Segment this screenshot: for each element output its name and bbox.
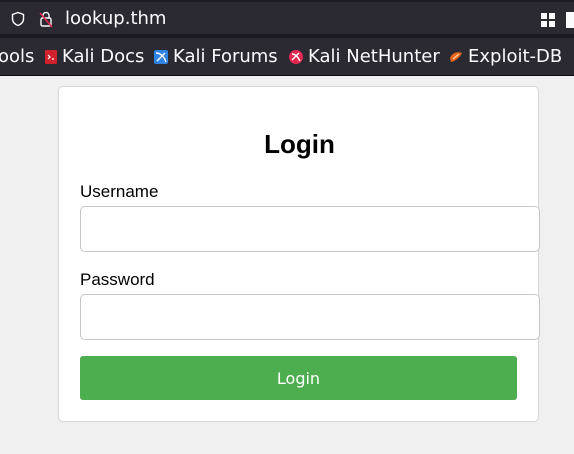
bookmark-label: ools (0, 46, 35, 67)
kali-nethunter-icon (289, 50, 303, 64)
password-input[interactable] (80, 294, 540, 340)
login-button[interactable]: Login (80, 356, 517, 400)
bookmark-label: Kali Docs (62, 46, 145, 67)
kali-docs-icon (45, 50, 57, 64)
bookmark-kali-nethunter[interactable]: Kali NetHunter (288, 44, 440, 70)
browser-toolbar: lookup.thm (0, 0, 574, 38)
bookmark-exploit-db[interactable]: Exploit-DB (448, 44, 568, 70)
login-card: Login Username Password Login (58, 86, 540, 422)
bookmark-label: Kali Forums (173, 46, 278, 67)
lock-strikethrough-icon[interactable] (38, 10, 54, 28)
password-label: Password (80, 270, 155, 289)
url-bar[interactable]: lookup.thm (0, 2, 574, 34)
bookmark-tools[interactable]: ools (0, 44, 35, 70)
page-title: Login (264, 129, 335, 159)
username-label: Username (80, 182, 159, 201)
bookmarks-bar: ools Kali Docs Kali Forums Kali NetHunte… (0, 38, 574, 76)
grid-icon[interactable] (540, 12, 556, 28)
bookmark-label: Kali NetHunter (308, 46, 440, 67)
kali-forums-icon (154, 50, 168, 64)
more-icon[interactable] (566, 12, 574, 28)
shield-icon[interactable] (10, 11, 26, 27)
username-input[interactable] (80, 206, 540, 252)
bookmark-label: Exploit-DB (468, 46, 563, 67)
bookmark-kali-docs[interactable]: Kali Docs (43, 44, 145, 70)
bookmark-kali-forums[interactable]: Kali Forums (153, 44, 278, 70)
url-text[interactable]: lookup.thm (65, 7, 166, 31)
exploit-db-icon (450, 52, 462, 62)
